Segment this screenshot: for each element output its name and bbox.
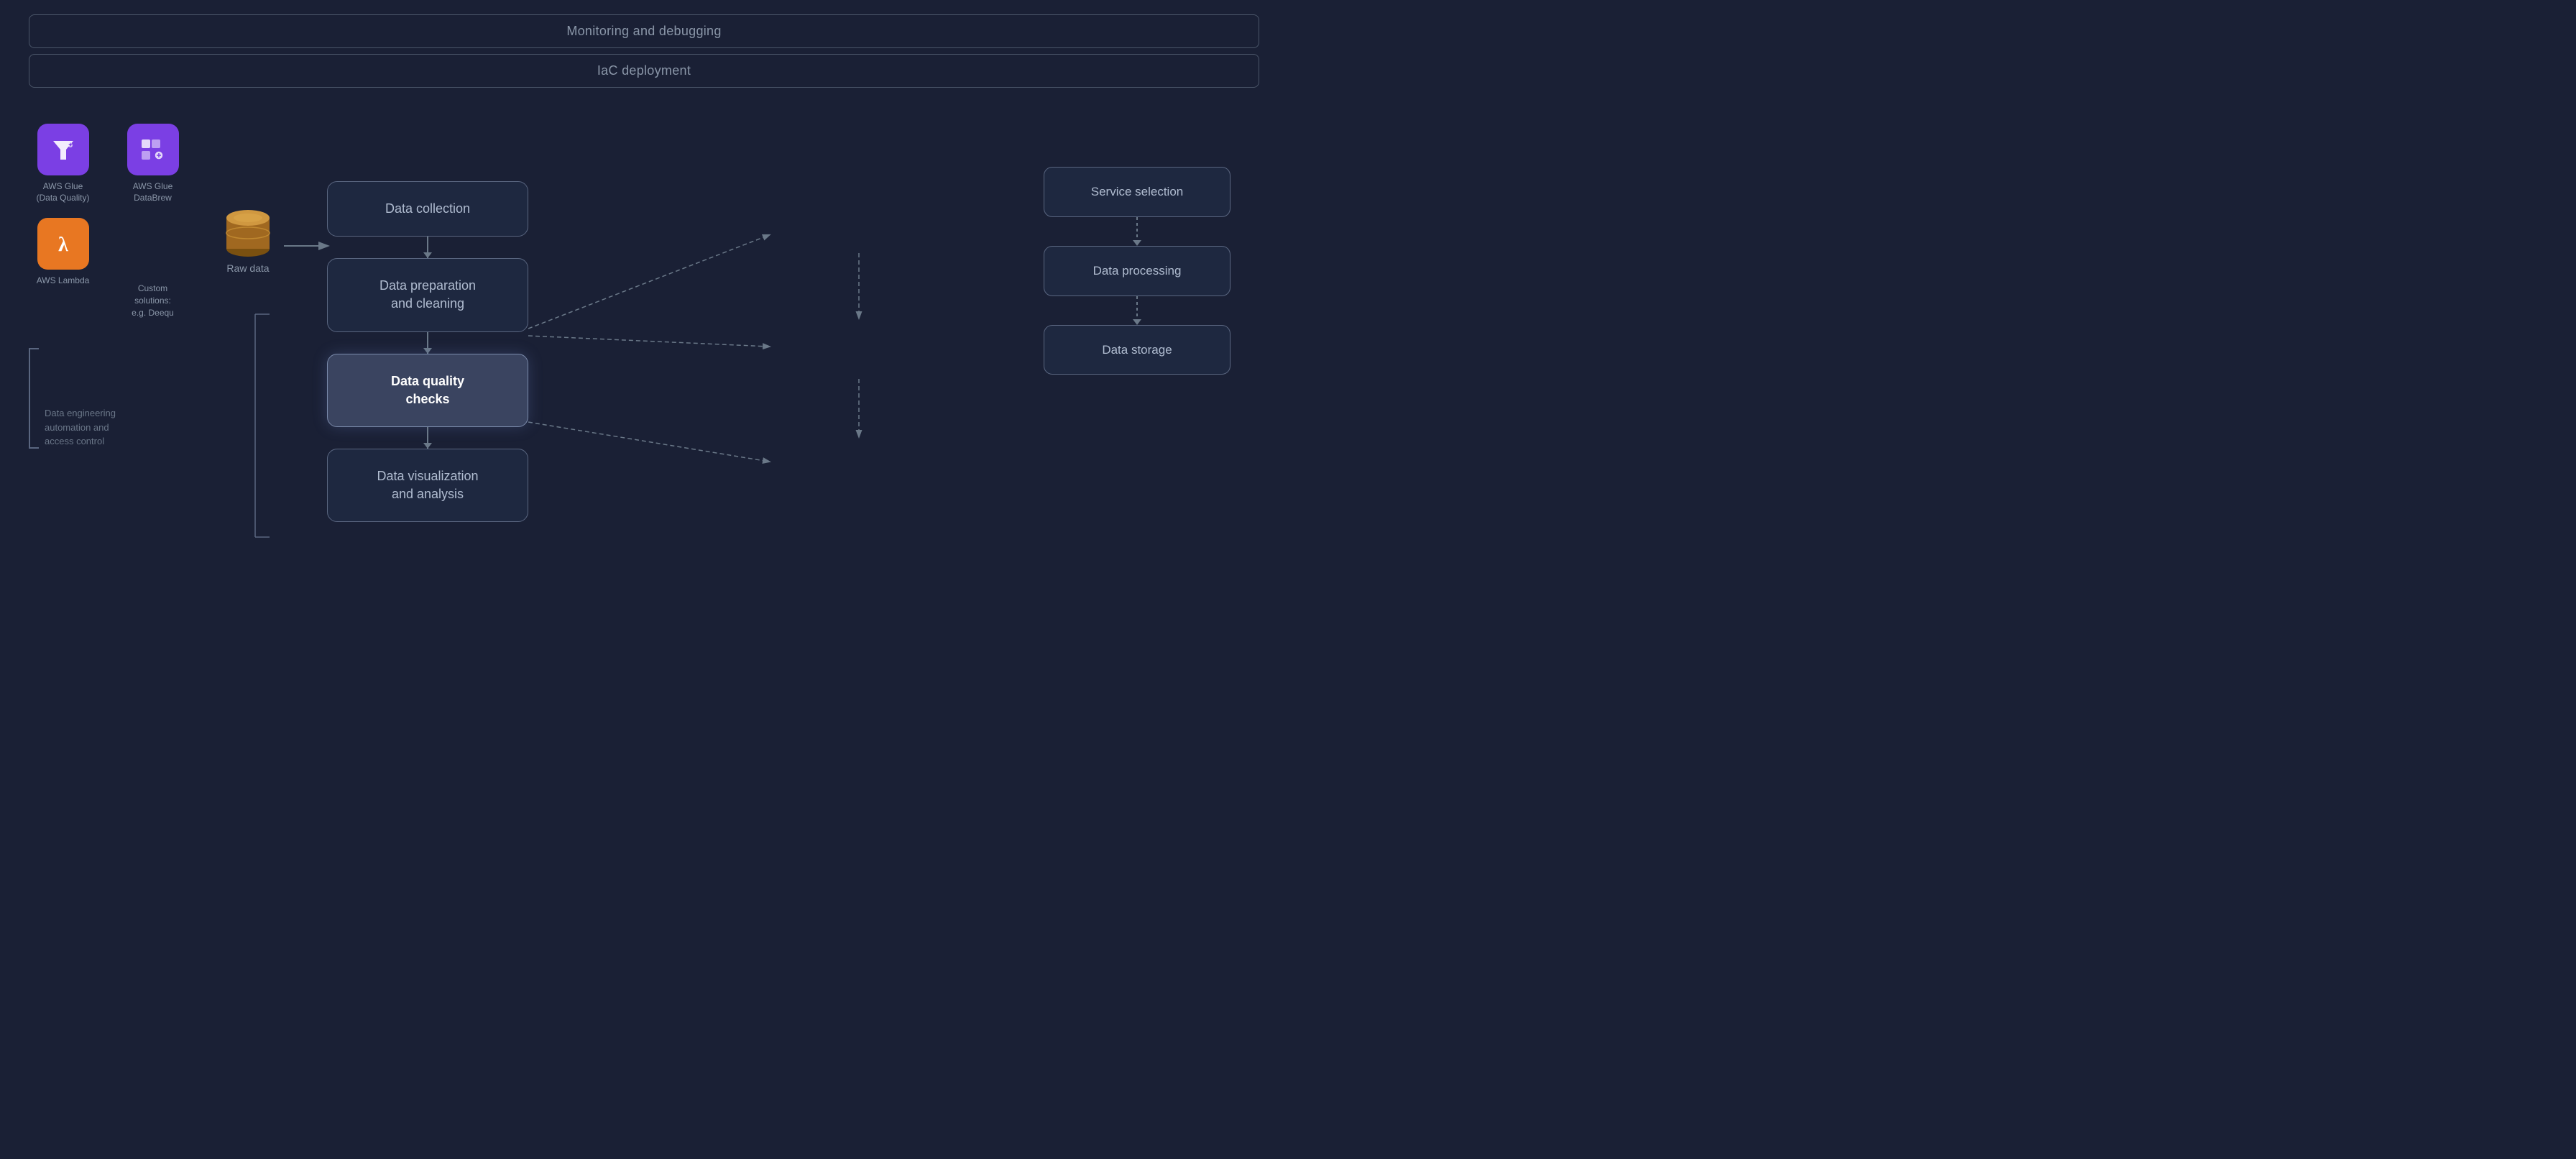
svg-text:✦: ✦	[68, 142, 73, 148]
data-quality-box: Data qualitychecks	[327, 354, 528, 427]
data-collection-box: Data collection	[327, 181, 528, 237]
data-storage-label: Data storage	[1102, 343, 1172, 357]
service-item-aws-glue-databrew: AWS GlueDataBrew	[119, 124, 187, 203]
left-sidebar: ✦ AWS Glue(Data Quality)	[29, 109, 187, 449]
right-boxes-column: Service selection Data processing Data s…	[1044, 167, 1230, 375]
raw-data-label: Raw data	[226, 262, 269, 274]
arrow-prep-to-quality	[427, 332, 428, 354]
iac-label: IaC deployment	[597, 63, 691, 78]
service-item-aws-lambda: λ AWS Lambda	[29, 218, 97, 319]
glue-dq-icon: ✦	[47, 134, 79, 165]
aws-glue-databrew-icon-box	[127, 124, 179, 175]
data-visualization-box: Data visualizationand analysis	[327, 449, 528, 522]
data-preparation-label: Data preparationand cleaning	[380, 278, 476, 311]
service-selection-box: Service selection	[1044, 167, 1230, 217]
automation-label: Data engineeringautomation andaccess con…	[45, 385, 116, 449]
databrew-icon	[137, 134, 169, 165]
main-content: ✦ AWS Glue(Data Quality)	[29, 109, 1259, 577]
arrow-quality-to-viz	[427, 427, 428, 449]
data-preparation-box: Data preparationand cleaning	[327, 258, 528, 331]
data-storage-box: Data storage	[1044, 325, 1230, 375]
right-arrow-1	[1136, 217, 1138, 246]
service-icons: ✦ AWS Glue(Data Quality)	[29, 124, 187, 319]
monitoring-banner: Monitoring and debugging	[29, 14, 1259, 48]
top-banners: Monitoring and debugging IaC deployment	[29, 14, 1259, 88]
service-item-aws-glue-dq: ✦ AWS Glue(Data Quality)	[29, 124, 97, 203]
aws-glue-dq-label: AWS Glue(Data Quality)	[36, 181, 89, 203]
aws-glue-dq-icon-box: ✦	[37, 124, 89, 175]
database-icon	[223, 210, 273, 257]
service-selection-label: Service selection	[1091, 185, 1184, 198]
data-quality-label: Data qualitychecks	[391, 374, 464, 406]
data-collection-label: Data collection	[385, 201, 470, 216]
arrow-collection-to-prep	[427, 237, 428, 258]
right-arrow-2	[1136, 296, 1138, 325]
data-processing-box: Data processing	[1044, 246, 1230, 296]
lambda-icon: λ	[47, 228, 79, 260]
data-visualization-label: Data visualizationand analysis	[377, 469, 478, 501]
data-processing-label: Data processing	[1093, 264, 1182, 278]
service-item-custom: Custom solutions:e.g. Deequ	[119, 218, 187, 319]
aws-lambda-icon-box: λ	[37, 218, 89, 270]
main-page: Monitoring and debugging IaC deployment …	[0, 0, 1288, 580]
flow-area: Raw data Data collection Data preparatio…	[187, 109, 1259, 577]
iac-banner: IaC deployment	[29, 54, 1259, 88]
aws-glue-databrew-label: AWS GlueDataBrew	[133, 181, 173, 203]
svg-text:λ: λ	[58, 234, 68, 256]
flow-boxes-column: Data collection Data preparationand clea…	[327, 181, 528, 522]
aws-lambda-label: AWS Lambda	[37, 275, 90, 287]
monitoring-label: Monitoring and debugging	[566, 24, 721, 38]
raw-data-section: Raw data	[223, 210, 273, 274]
custom-solutions-label: Custom solutions:e.g. Deequ	[119, 275, 187, 319]
